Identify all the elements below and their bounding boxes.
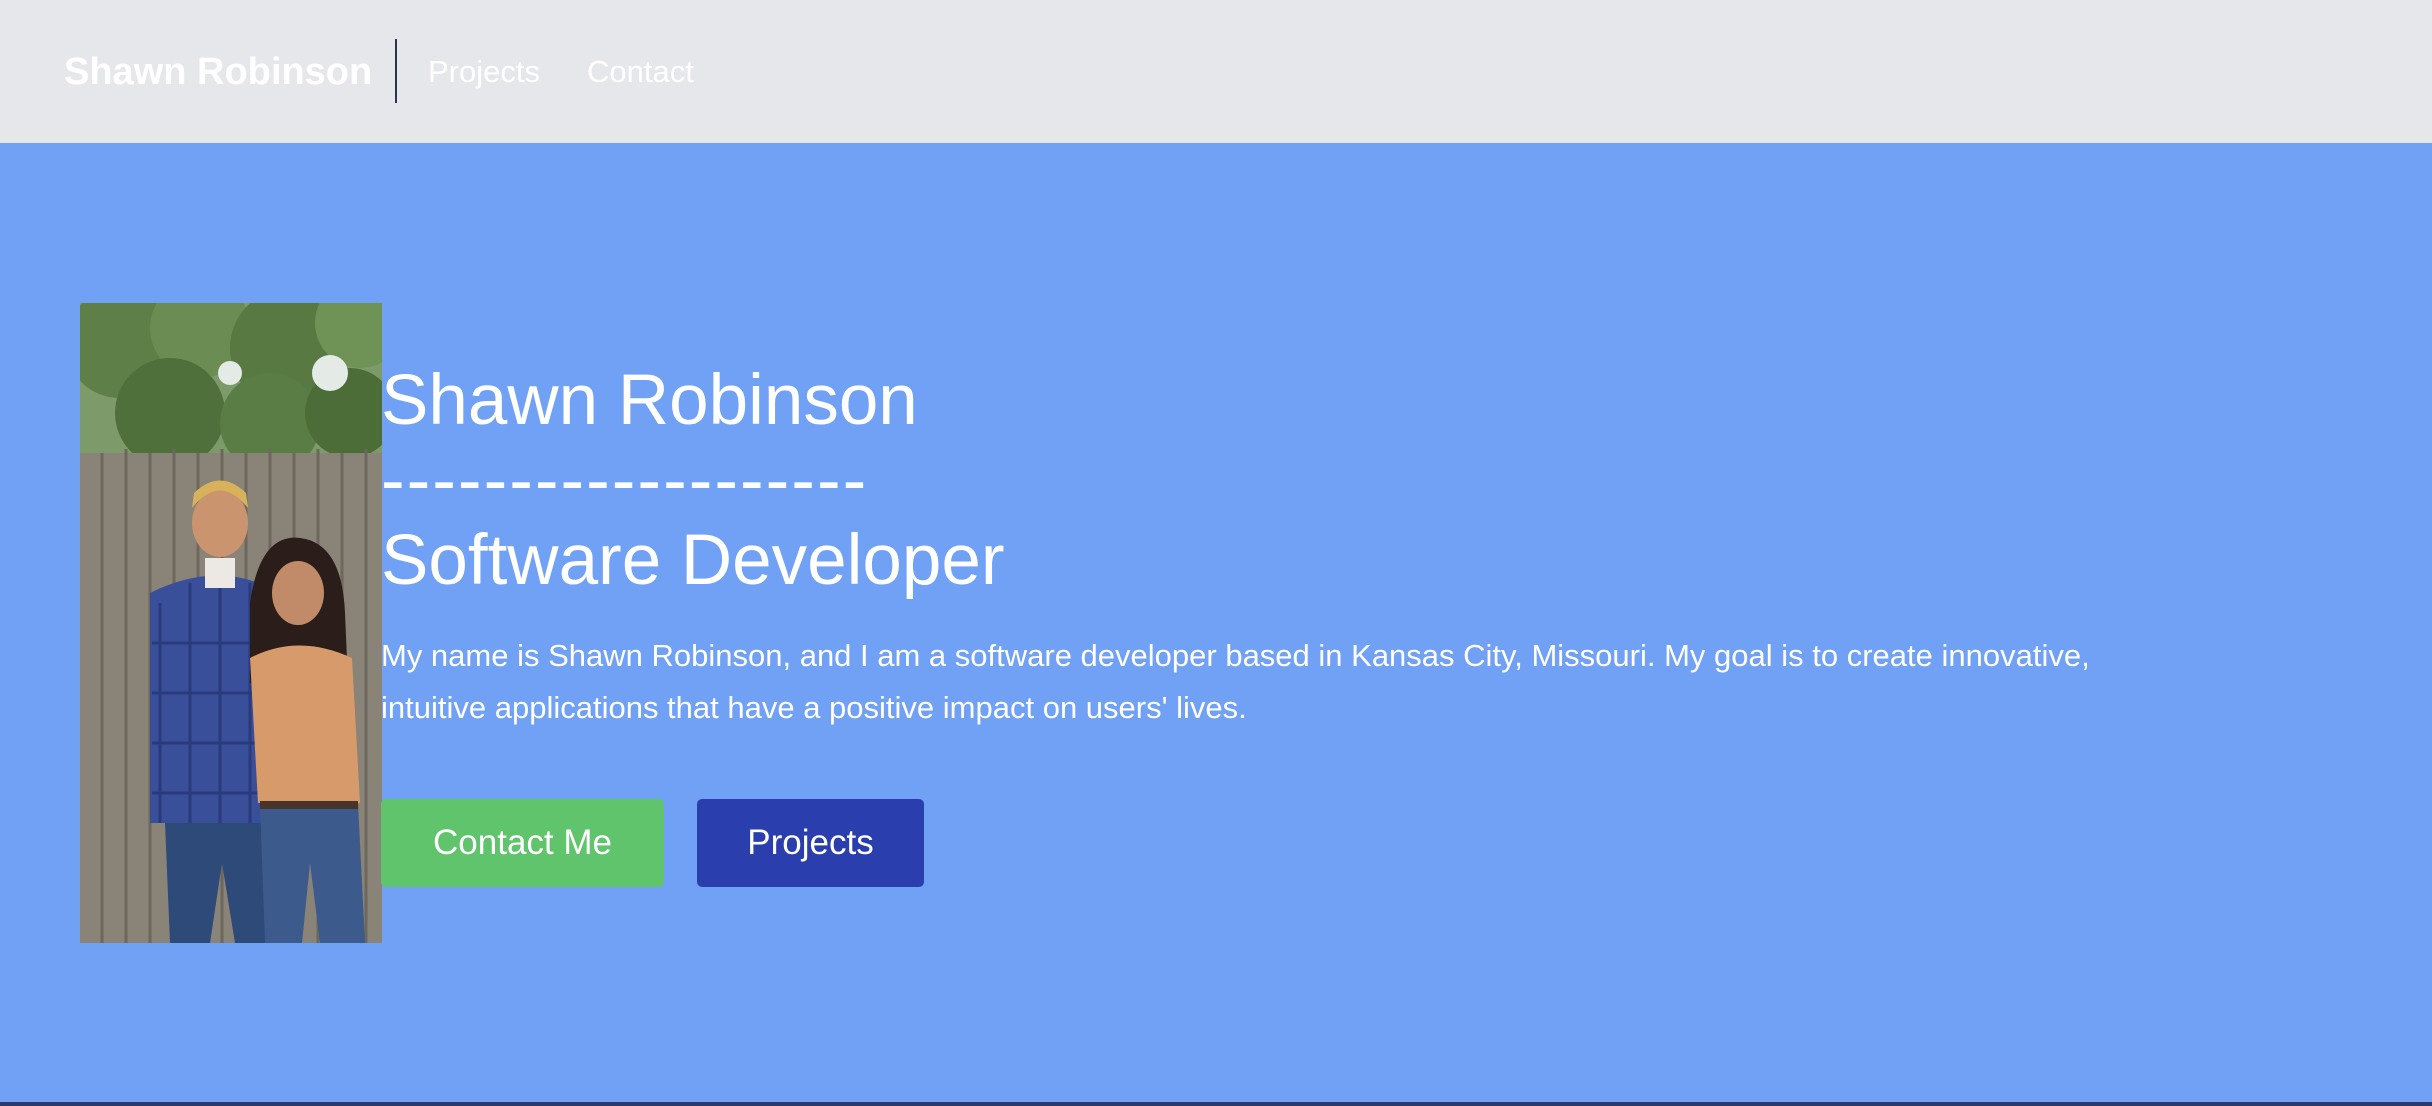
contact-me-button[interactable]: Contact Me — [381, 799, 664, 887]
hero-title: Shawn Robinson — [381, 361, 918, 440]
nav-link-contact[interactable]: Contact — [587, 50, 694, 94]
nav-link-projects[interactable]: Projects — [428, 50, 540, 94]
hero-dash-separator: ------------------- — [381, 441, 869, 520]
brand-link[interactable]: Shawn Robinson — [64, 48, 372, 96]
profile-photo — [80, 303, 382, 943]
hero-description: My name is Shawn Robinson, and I am a so… — [381, 638, 2090, 725]
projects-button[interactable]: Projects — [697, 799, 924, 887]
page: Shawn Robinson Projects Contact Shawn Ro… — [0, 0, 2432, 1106]
nav-divider — [395, 39, 397, 103]
section-divider — [0, 1102, 2432, 1106]
hero-subtitle: Software Developer — [381, 521, 1005, 600]
site-header: Shawn Robinson Projects Contact — [0, 0, 2432, 143]
